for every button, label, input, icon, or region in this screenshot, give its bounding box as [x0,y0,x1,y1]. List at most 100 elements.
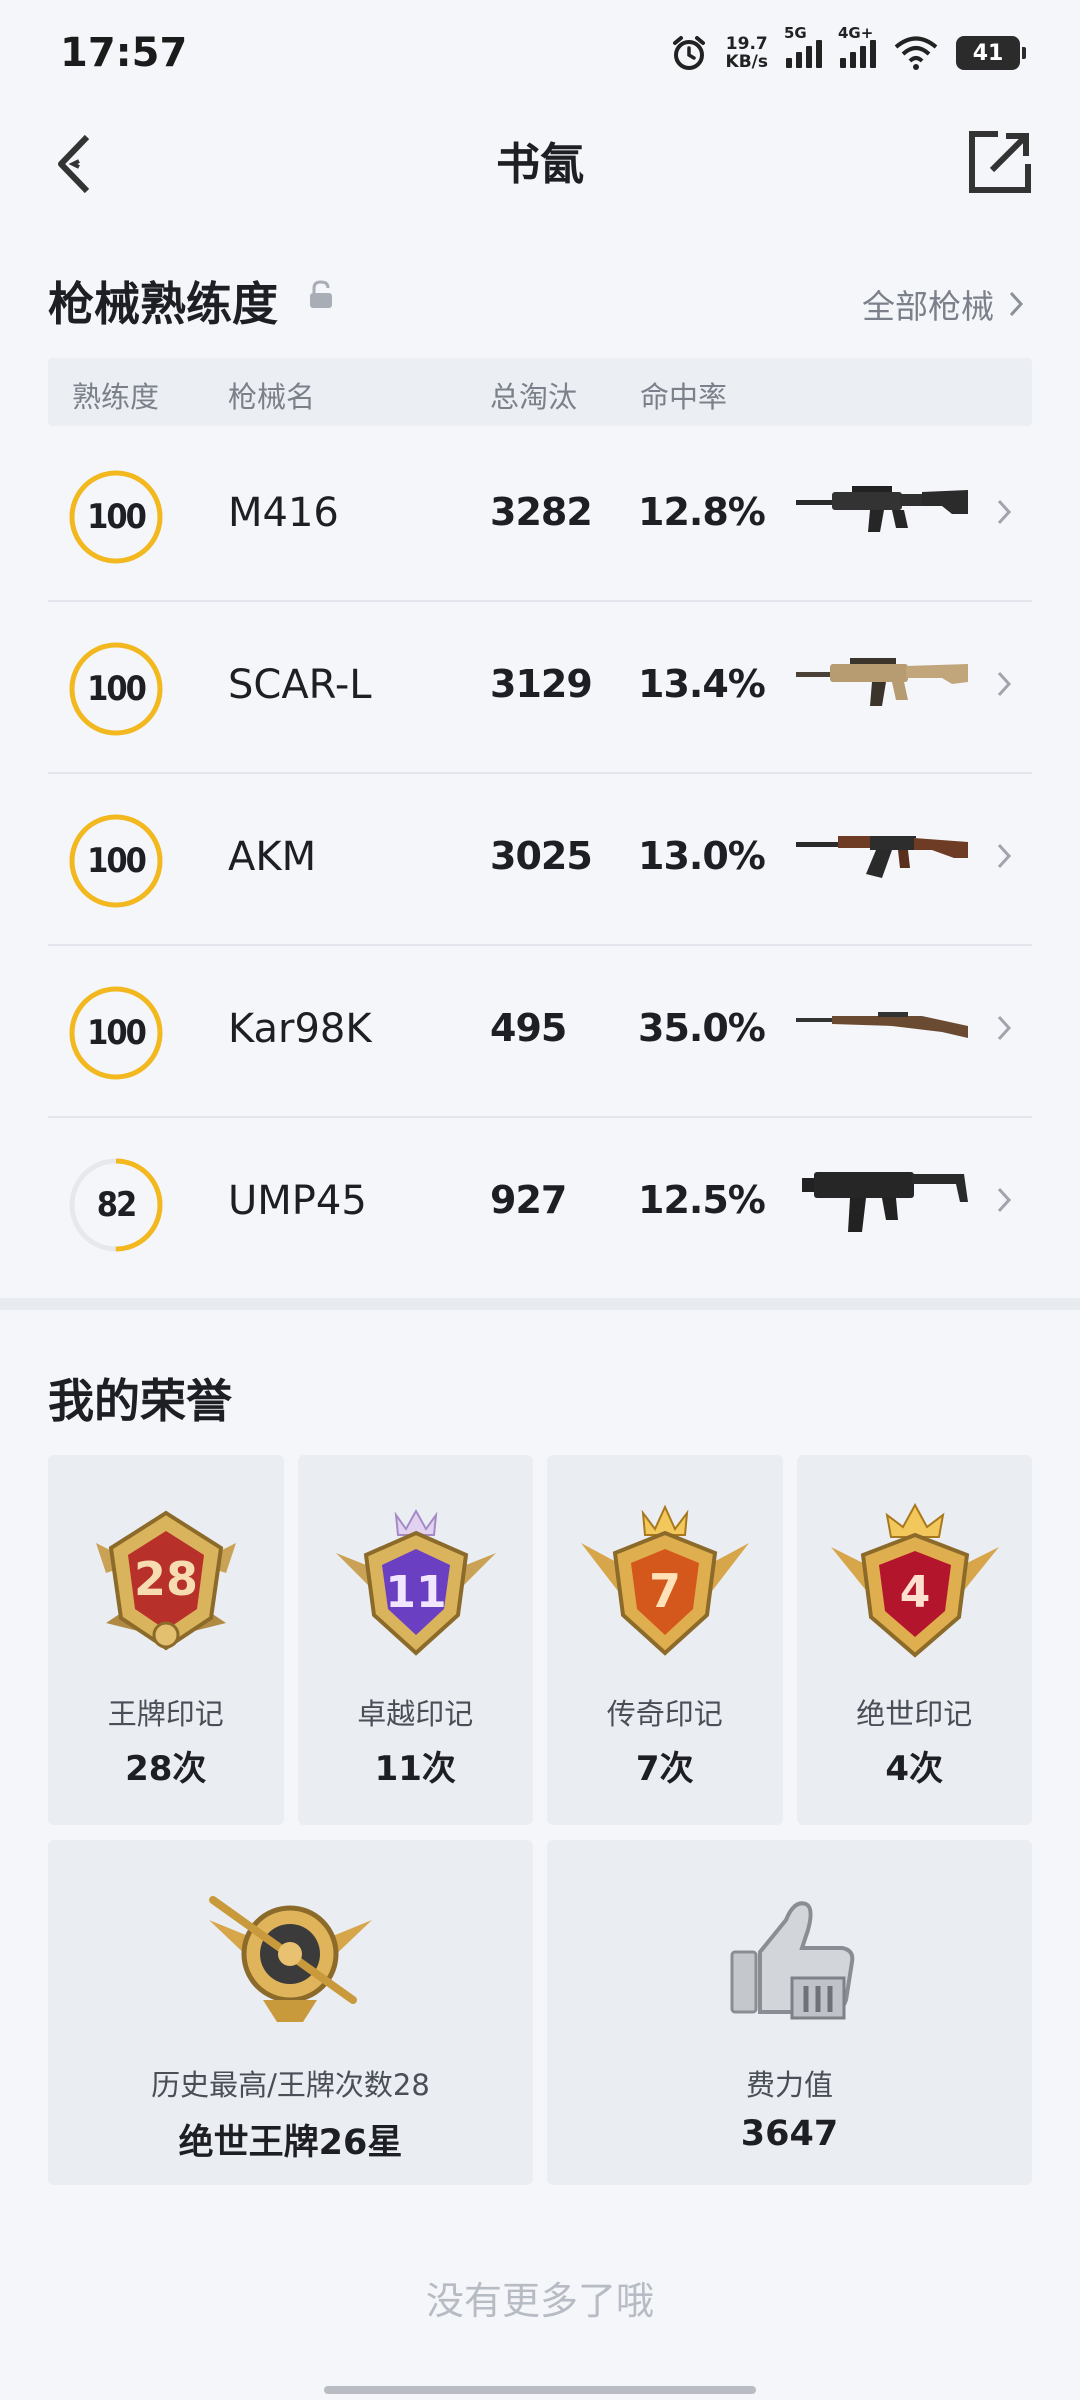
badge-name: 传奇印记 [606,1697,723,1731]
lock-icon [310,280,332,308]
weapon-kills: 3282 [490,490,593,534]
best-rank-card[interactable]: 历史最高/王牌次数28 绝世王牌26星 [48,1840,533,2185]
ump45-smg-icon [802,1172,968,1232]
weapon-kills: 3129 [490,662,593,706]
honor-section-title: 我的荣誉 [48,1374,232,1428]
weapon-section-title: 枪械熟练度 [48,277,278,331]
chevron-right-icon [997,499,1012,525]
battery-indicator: 41 [956,36,1026,70]
m416-rifle-icon [796,486,968,532]
signal-bars-icon [840,38,876,68]
effort-value: 3647 [740,2114,839,2154]
weapon-accuracy: 12.5% [638,1178,766,1222]
weapon-section-header: 枪械熟练度 全部枪械 [48,268,1032,338]
weapon-name: SCAR-L [228,662,372,708]
badge-card-excellent[interactable]: 11 卓越印记 11次 [297,1455,533,1825]
home-indicator[interactable] [324,2386,756,2394]
weapon-name: M416 [228,490,339,536]
header: 书氤 [0,110,1080,220]
weapon-accuracy: 13.0% [638,834,766,878]
badge-name: 绝世印记 [856,1697,973,1731]
weapon-kills: 495 [490,1006,567,1050]
excellent-badge-icon: 11 [335,1508,496,1656]
badge-count: 4次 [885,1749,944,1789]
akm-rifle-icon [796,836,968,878]
badge-card-legend[interactable]: 7 传奇印记 7次 [547,1455,783,1825]
effort-card[interactable]: 费力值 3647 [547,1840,1032,2185]
kar98k-sniper-icon [796,1012,968,1038]
weapon-kills: 3025 [490,834,593,878]
wifi-icon [894,36,938,70]
status-bar: 17:57 19.7 KB/s 5G 4G+ 41 [0,0,1080,110]
share-icon [969,131,1031,193]
signal-bars-icon [786,38,822,68]
badge-number: 7 [649,1564,681,1618]
ace-badge-icon: 28 [96,1510,236,1651]
honor-badges: 28 王牌印记 28次 11 卓越印记 11次 7 传奇印记 7次 4 绝世印记… [48,1455,1032,1825]
scarl-rifle-icon [796,658,968,706]
ace-rank-emblem-icon [209,1896,372,2022]
col-accuracy: 命中率 [640,380,728,414]
proficiency-value: 82 [96,1185,138,1225]
page-title: 书氤 [496,139,584,190]
thumbs-up-icon [730,1901,855,2020]
weapon-row-m416[interactable]: 100 M416 3282 12.8% [48,430,1032,602]
proficiency-value: 100 [87,841,147,881]
col-kills: 总淘汰 [490,380,578,414]
chevron-right-icon [997,843,1012,869]
badge-name: 王牌印记 [107,1697,224,1731]
network-speed: 19.7 KB/s [726,35,768,71]
col-weapon-name: 枪械名 [228,380,316,414]
signal-5g: 5G [784,24,822,68]
col-proficiency: 熟练度 [72,380,160,414]
weapon-list: 100 M416 3282 12.8% 100 SCAR-L 3129 13.4… [48,430,1032,1290]
chevron-right-icon [997,1015,1012,1041]
badge-name: 卓越印记 [357,1697,474,1731]
weapon-accuracy: 13.4% [638,662,766,706]
badge-card-peerless[interactable]: 4 绝世印记 4次 [796,1455,1032,1825]
no-more-text: 没有更多了哦 [425,2279,654,2323]
weapon-row-ump45[interactable]: 82 UMP45 927 12.5% [48,1118,1032,1290]
all-weapons-label: 全部枪械 [862,287,994,326]
network-speed-value: 19.7 [725,34,768,54]
weapon-name: UMP45 [228,1178,367,1224]
weapon-accuracy: 35.0% [638,1006,766,1050]
honor-summary: 历史最高/王牌次数28 绝世王牌26星 费力值 3647 [48,1840,1032,2185]
weapon-name: Kar98K [228,1006,372,1052]
legend-badge-icon: 7 [581,1504,749,1656]
badge-count: 7次 [635,1749,694,1789]
status-icons: 19.7 KB/s 5G 4G+ 41 [670,24,1026,72]
section-divider [0,1298,1080,1310]
proficiency-value: 100 [87,1013,147,1053]
weapon-table-header: 熟练度 枪械名 总淘汰 命中率 [48,358,1032,426]
alarm-icon [672,36,705,70]
chevron-right-icon [1009,291,1024,317]
chevron-right-icon [997,671,1012,697]
weapon-row-kar98k[interactable]: 100 Kar98K 495 35.0% [48,946,1032,1118]
badge-number: 4 [899,1567,930,1618]
status-time: 17:57 [60,30,188,76]
best-rank-label: 历史最高/王牌次数28 [151,2068,430,2102]
share-button[interactable] [960,122,1040,202]
chevron-right-icon [997,1187,1012,1213]
badge-count: 28次 [125,1749,207,1789]
weapon-row-akm[interactable]: 100 AKM 3025 13.0% [48,774,1032,946]
all-weapons-link[interactable]: 全部枪械 [862,280,1024,328]
badge-card-ace[interactable]: 28 王牌印记 28次 [48,1455,284,1825]
weapon-row-scarl[interactable]: 100 SCAR-L 3129 13.4% [48,602,1032,774]
network-speed-unit: KB/s [725,52,768,72]
badge-number: 11 [385,1567,446,1618]
best-rank-value: 绝世王牌26星 [178,2123,403,2163]
badge-number: 28 [134,1552,198,1606]
weapon-accuracy: 12.8% [638,490,766,534]
effort-label: 费力值 [745,2068,833,2102]
weapon-name: AKM [228,834,317,880]
proficiency-value: 100 [87,497,147,537]
signal-4g: 4G+ [838,24,876,68]
weapon-kills: 927 [490,1178,567,1222]
proficiency-value: 100 [87,669,147,709]
signal-4g-label: 4G+ [838,24,874,42]
badge-count: 11次 [374,1749,456,1789]
signal-5g-label: 5G [784,24,807,42]
peerless-badge-icon: 4 [830,1503,999,1658]
